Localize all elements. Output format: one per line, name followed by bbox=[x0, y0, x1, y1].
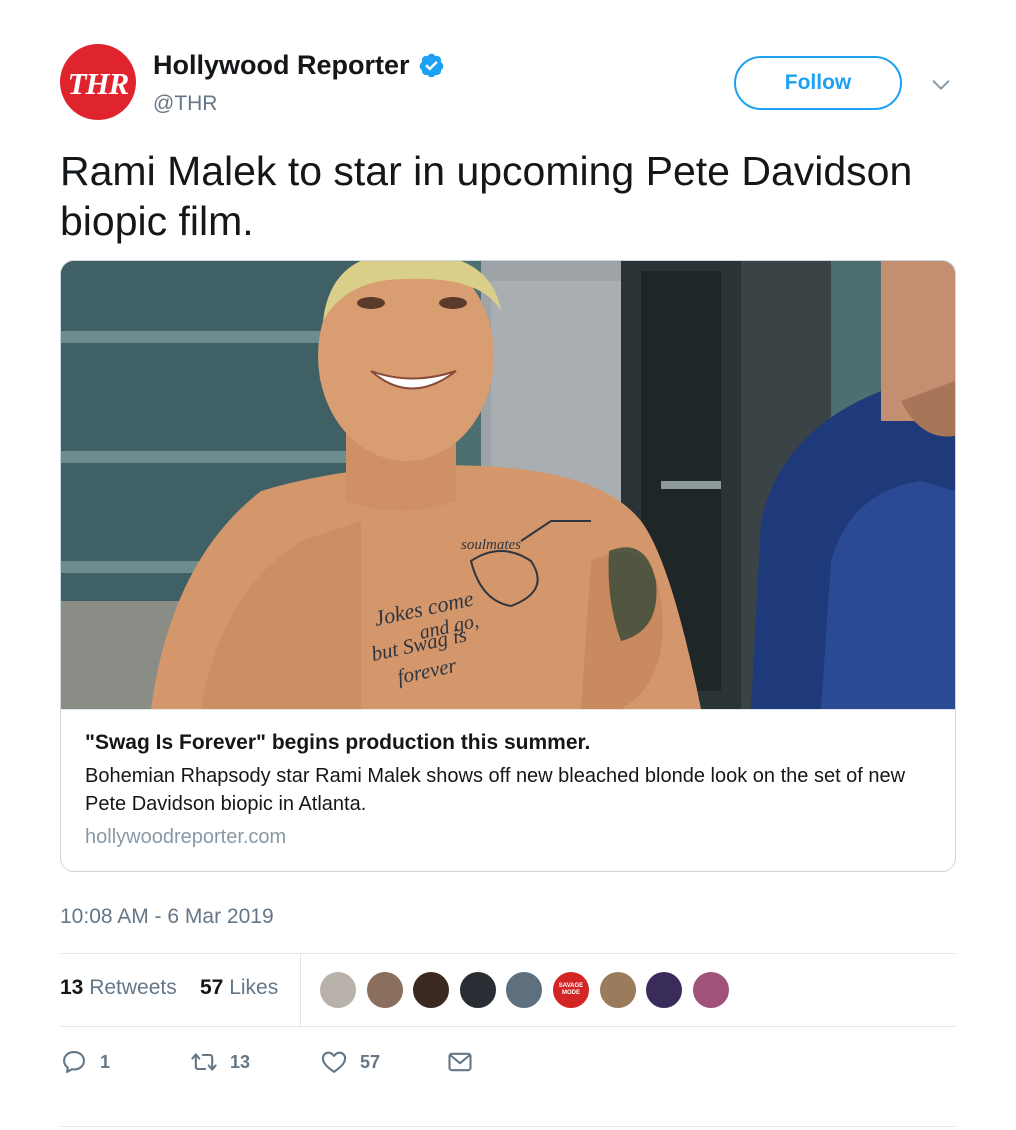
retweet-count: 13 bbox=[230, 1051, 251, 1072]
divider bbox=[60, 1126, 956, 1127]
liker-avatar[interactable] bbox=[411, 970, 452, 1010]
divider bbox=[60, 1026, 956, 1027]
liker-avatars: SAVAGE MODE bbox=[318, 970, 737, 1010]
tweet: THR Hollywood Reporter @THR Follow Rami … bbox=[0, 0, 1016, 1130]
liker-avatar[interactable] bbox=[690, 970, 731, 1010]
card-image[interactable]: soulmates Jokes come and go, but Swag is… bbox=[61, 261, 955, 709]
reply-button[interactable]: 1 bbox=[60, 1048, 110, 1076]
card-photo: soulmates Jokes come and go, but Swag is… bbox=[61, 261, 955, 709]
card-title[interactable]: "Swag Is Forever" begins production this… bbox=[85, 730, 931, 756]
tweet-text: Rami Malek to star in upcoming Pete Davi… bbox=[60, 148, 913, 244]
tweet-stats: 13 Retweets 57 Likes SAVAGE MODE bbox=[60, 954, 956, 1026]
liker-avatar[interactable] bbox=[318, 970, 358, 1010]
follow-button[interactable]: Follow bbox=[734, 56, 902, 110]
liker-avatar[interactable] bbox=[457, 970, 498, 1010]
tattoo-soulmates: soulmates bbox=[461, 537, 521, 553]
liker-avatar[interactable] bbox=[364, 970, 405, 1010]
likes-label: Likes bbox=[229, 976, 279, 999]
author-display-name[interactable]: Hollywood Reporter bbox=[153, 50, 410, 81]
liker-avatar[interactable] bbox=[597, 970, 638, 1010]
card-body[interactable]: "Swag Is Forever" begins production this… bbox=[61, 709, 955, 871]
tweet-timestamp[interactable]: 10:08 AM - 6 Mar 2019 bbox=[60, 905, 274, 929]
liker-avatar[interactable] bbox=[644, 970, 685, 1010]
direct-message-button[interactable] bbox=[446, 1048, 474, 1076]
chevron-down-icon[interactable] bbox=[930, 74, 952, 96]
retweets-label: Retweets bbox=[89, 976, 177, 999]
retweets-count: 13 bbox=[60, 976, 84, 999]
card-domain[interactable]: hollywoodreporter.com bbox=[85, 826, 931, 849]
author-name-row[interactable]: Hollywood Reporter bbox=[153, 50, 445, 81]
tweet-actions: 1 13 57 bbox=[60, 1044, 956, 1084]
author-avatar[interactable]: THR bbox=[60, 44, 136, 120]
stats-separator bbox=[300, 954, 301, 1026]
envelope-icon bbox=[448, 1052, 472, 1072]
like-button[interactable]: 57 bbox=[320, 1048, 380, 1076]
retweets-stat[interactable]: 13 Retweets bbox=[60, 976, 177, 1000]
verified-badge-icon bbox=[419, 53, 443, 78]
reply-count: 1 bbox=[100, 1051, 111, 1072]
retweet-icon bbox=[191, 1053, 217, 1071]
likes-count: 57 bbox=[200, 976, 224, 999]
liker-avatar[interactable] bbox=[504, 970, 545, 1010]
retweet-button[interactable]: 13 bbox=[190, 1048, 250, 1076]
card-description: Bohemian Rhapsody star Rami Malek shows … bbox=[85, 765, 906, 815]
author-handle[interactable]: @THR bbox=[153, 92, 217, 116]
liker-avatar-label: SAVAGE MODE bbox=[558, 983, 584, 996]
reply-icon bbox=[63, 1051, 85, 1073]
like-count: 57 bbox=[360, 1051, 381, 1072]
liker-avatar[interactable]: SAVAGE MODE bbox=[550, 970, 591, 1010]
heart-icon bbox=[321, 1051, 347, 1073]
likes-stat[interactable]: 57 Likes bbox=[200, 976, 278, 1000]
thr-logo: THR bbox=[67, 66, 130, 101]
link-card[interactable]: soulmates Jokes come and go, but Swag is… bbox=[60, 260, 956, 872]
